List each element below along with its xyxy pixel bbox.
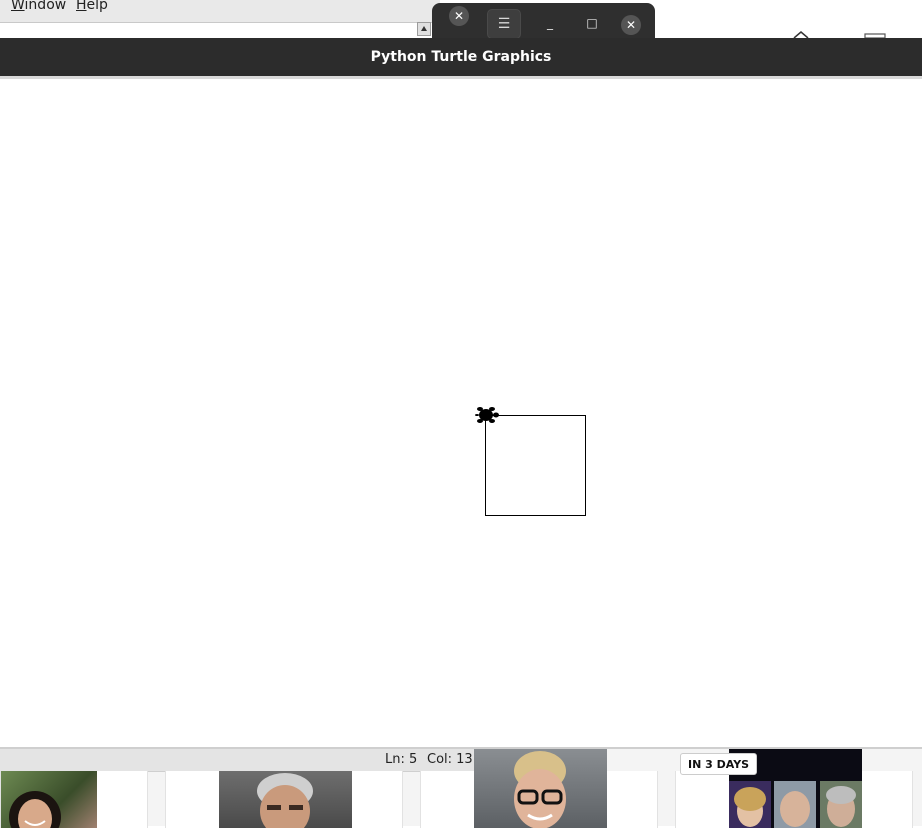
scroll-up-arrow-icon[interactable] <box>417 22 431 36</box>
window-title: Python Turtle Graphics <box>370 49 552 65</box>
menu-help[interactable]: Help <box>76 0 108 13</box>
turtle-canvas[interactable] <box>0 79 922 747</box>
drawing-surface <box>475 407 586 516</box>
close-icon[interactable]: ✕ <box>449 6 469 26</box>
turtle-icon <box>475 407 499 423</box>
portrait-photo <box>219 771 352 828</box>
thumbnail-card[interactable] <box>675 749 913 828</box>
dark-floating-window: ✕ ☰ _ □ ✕ <box>432 3 655 39</box>
portrait-photo <box>474 749 607 828</box>
drawn-square <box>485 415 586 516</box>
thumbnail-card[interactable] <box>420 749 658 828</box>
minimize-icon[interactable]: _ <box>542 15 558 31</box>
background-browser-toolbar <box>654 0 922 39</box>
portrait-figure <box>257 773 313 828</box>
column-indicator: Col: 13 <box>427 752 473 767</box>
maximize-icon[interactable]: □ <box>584 15 600 31</box>
idle-menubar: Window Help <box>0 0 440 23</box>
bottom-strip: Ln: 5 Col: 13 YS <box>0 747 922 828</box>
line-indicator: Ln: 5 <box>385 752 418 767</box>
hamburger-menu-icon[interactable]: ☰ <box>487 9 521 39</box>
thumbnail-card[interactable] <box>165 771 403 828</box>
status-bar: Ln: 5 Col: 13 <box>0 749 478 772</box>
portrait-figure <box>9 791 61 828</box>
window-close-button[interactable]: ✕ <box>621 15 641 35</box>
background-browser-icons <box>793 31 886 39</box>
portrait-figure <box>514 751 566 828</box>
thumbnail-card[interactable] <box>0 771 148 828</box>
portrait-photo <box>1 771 97 828</box>
turtle-window-titlebar[interactable]: Python Turtle Graphics <box>0 38 922 76</box>
menu-window[interactable]: Window <box>11 0 66 13</box>
event-badge: IN 3 DAYS <box>680 753 758 775</box>
